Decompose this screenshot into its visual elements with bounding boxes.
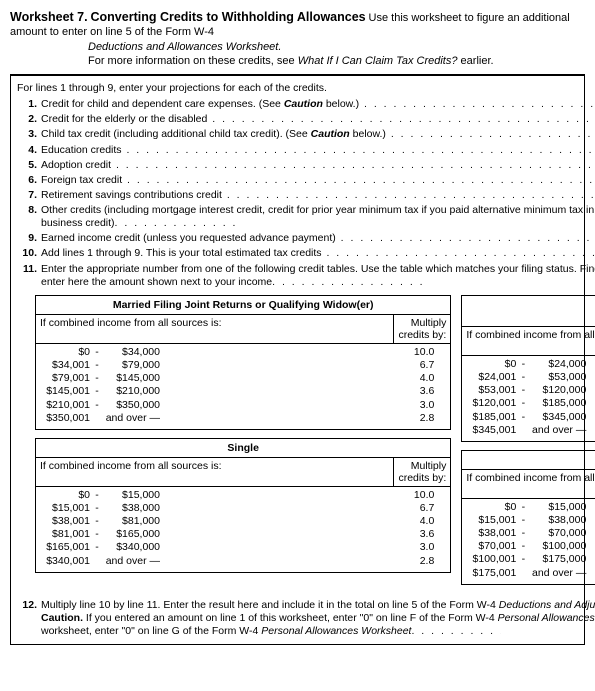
table-row: $120,001-$185,0003.6 <box>466 397 595 410</box>
worksheet-header: Worksheet 7. Converting Credits to Withh… <box>10 10 585 68</box>
table-row: $100,001-$175,0003.0 <box>466 553 595 566</box>
line-5: 5. Adoption credit <box>15 159 595 172</box>
worksheet-label: Worksheet 7. <box>10 10 88 24</box>
table-row: $165,001-$340,0003.0 <box>40 541 446 554</box>
table-hoh-body: $0-$24,00010.0$24,001-$53,0006.7$53,001-… <box>462 356 595 441</box>
table-row: $345,001and over —2.8 <box>466 424 595 437</box>
table-row: $185,001-$345,0003.0 <box>466 411 595 424</box>
table-row: $145,001-$210,0003.6 <box>40 385 446 398</box>
line-4: 4. Education credits <box>15 144 595 157</box>
table-mfj-body: $0-$34,00010.0$34,001-$79,0006.7$79,001-… <box>36 344 450 429</box>
table-row: $79,001-$145,0004.0 <box>40 372 446 385</box>
table-row: $15,001-$38,0006.7 <box>466 514 595 527</box>
table-row: $0-$15,00010.0 <box>40 489 446 502</box>
worksheet-lines: For lines 1 through 9, enter your projec… <box>15 80 595 640</box>
line-11: 11. Enter the appropriate number from on… <box>15 263 595 289</box>
line-1: 1. Credit for child and dependent care e… <box>15 98 595 111</box>
table-row: $0-$34,00010.0 <box>40 346 446 359</box>
line-12: 12. Multiply line 10 by line 11. Enter t… <box>15 599 595 638</box>
table-row: $175,001and over —2.8 <box>466 567 595 580</box>
table-hoh: Head of Household If combined income fro… <box>461 295 595 442</box>
line-10: 10. Add lines 1 through 9. This is your … <box>15 247 595 260</box>
table-mfs: Married Filing Separately If combined in… <box>461 450 595 585</box>
table-single: Single If combined income from all sourc… <box>35 438 451 573</box>
intro-text: For lines 1 through 9, enter your projec… <box>17 82 595 94</box>
worksheet-box: For lines 1 through 9, enter your projec… <box>10 74 585 645</box>
table-row: $53,001-$120,0004.0 <box>466 384 595 397</box>
table-row: $34,001-$79,0006.7 <box>40 359 446 372</box>
line-7: 7. Retirement savings contributions cred… <box>15 189 595 202</box>
worksheet-desc-1b: Deductions and Allowances Worksheet. <box>88 41 281 53</box>
table-mfs-body: $0-$15,00010.0$15,001-$38,0006.7$38,001-… <box>462 499 595 584</box>
credit-tables: Married Filing Joint Returns or Qualifyi… <box>35 295 595 593</box>
table-row: $70,001-$100,0003.6 <box>466 540 595 553</box>
table-row: $15,001-$38,0006.7 <box>40 502 446 515</box>
line-3: 3. Child tax credit (including additiona… <box>15 128 595 141</box>
table-mfj: Married Filing Joint Returns or Qualifyi… <box>35 295 451 430</box>
line-9: 9. Earned income credit (unless you requ… <box>15 232 595 245</box>
table-row: $210,001-$350,0003.0 <box>40 399 446 412</box>
table-row: $24,001-$53,0006.7 <box>466 371 595 384</box>
worksheet-desc-2b: What If I Can Claim Tax Credits? <box>298 55 458 67</box>
table-single-body: $0-$15,00010.0$15,001-$38,0006.7$38,001-… <box>36 487 450 572</box>
table-row: $38,001-$81,0004.0 <box>40 515 446 528</box>
worksheet-desc-2a: For more information on these credits, s… <box>88 55 295 67</box>
worksheet-desc-2c: earlier. <box>461 55 494 67</box>
line-6: 6. Foreign tax credit <box>15 174 595 187</box>
table-row: $0-$15,00010.0 <box>466 501 595 514</box>
table-row: $350,001and over —2.8 <box>40 412 446 425</box>
table-row: $81,001-$165,0003.6 <box>40 528 446 541</box>
worksheet-title: Converting Credits to Withholding Allowa… <box>91 10 366 24</box>
line-2: 2. Credit for the elderly or the disable… <box>15 113 595 126</box>
line-8: 8. Other credits (including mortgage int… <box>15 204 595 230</box>
table-row: $0-$24,00010.0 <box>466 358 595 371</box>
table-row: $38,001-$70,0004.0 <box>466 527 595 540</box>
table-row: $340,001and over —2.8 <box>40 555 446 568</box>
